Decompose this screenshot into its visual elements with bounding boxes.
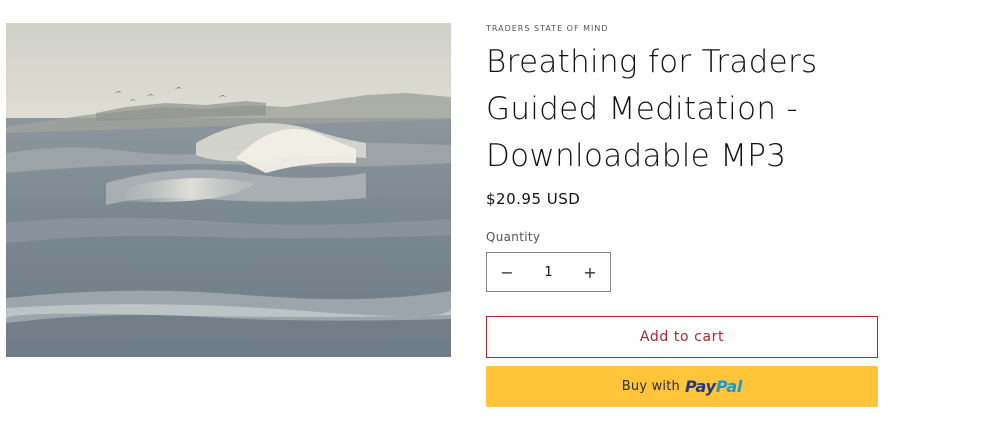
add-to-cart-button[interactable]: Add to cart (486, 316, 878, 358)
quantity-input[interactable] (527, 253, 570, 291)
product-image-ocean (6, 23, 451, 357)
paypal-logo-pal: Pal (715, 377, 743, 396)
quantity-label: Quantity (486, 230, 541, 244)
paypal-prefix-label: Buy with (621, 379, 680, 394)
paypal-logo-pay: Pay (684, 377, 716, 396)
product-price: $20.95 USD (486, 190, 581, 208)
paypal-button[interactable]: Buy with PayPal (486, 366, 878, 407)
product-page: TRADERS STATE OF MIND Breathing for Trad… (0, 0, 1000, 424)
add-to-cart-label: Add to cart (639, 329, 725, 345)
minus-icon: − (500, 262, 514, 282)
product-image[interactable] (6, 23, 451, 357)
quantity-decrease-button[interactable]: − (487, 253, 527, 291)
quantity-increase-button[interactable]: + (570, 253, 610, 291)
product-vendor[interactable]: TRADERS STATE OF MIND (486, 24, 609, 33)
quantity-stepper: − + (486, 252, 611, 292)
paypal-logo-icon: PayPal (685, 377, 742, 396)
plus-icon: + (583, 262, 597, 282)
product-title: Breathing for Traders Guided Meditation … (486, 44, 818, 174)
